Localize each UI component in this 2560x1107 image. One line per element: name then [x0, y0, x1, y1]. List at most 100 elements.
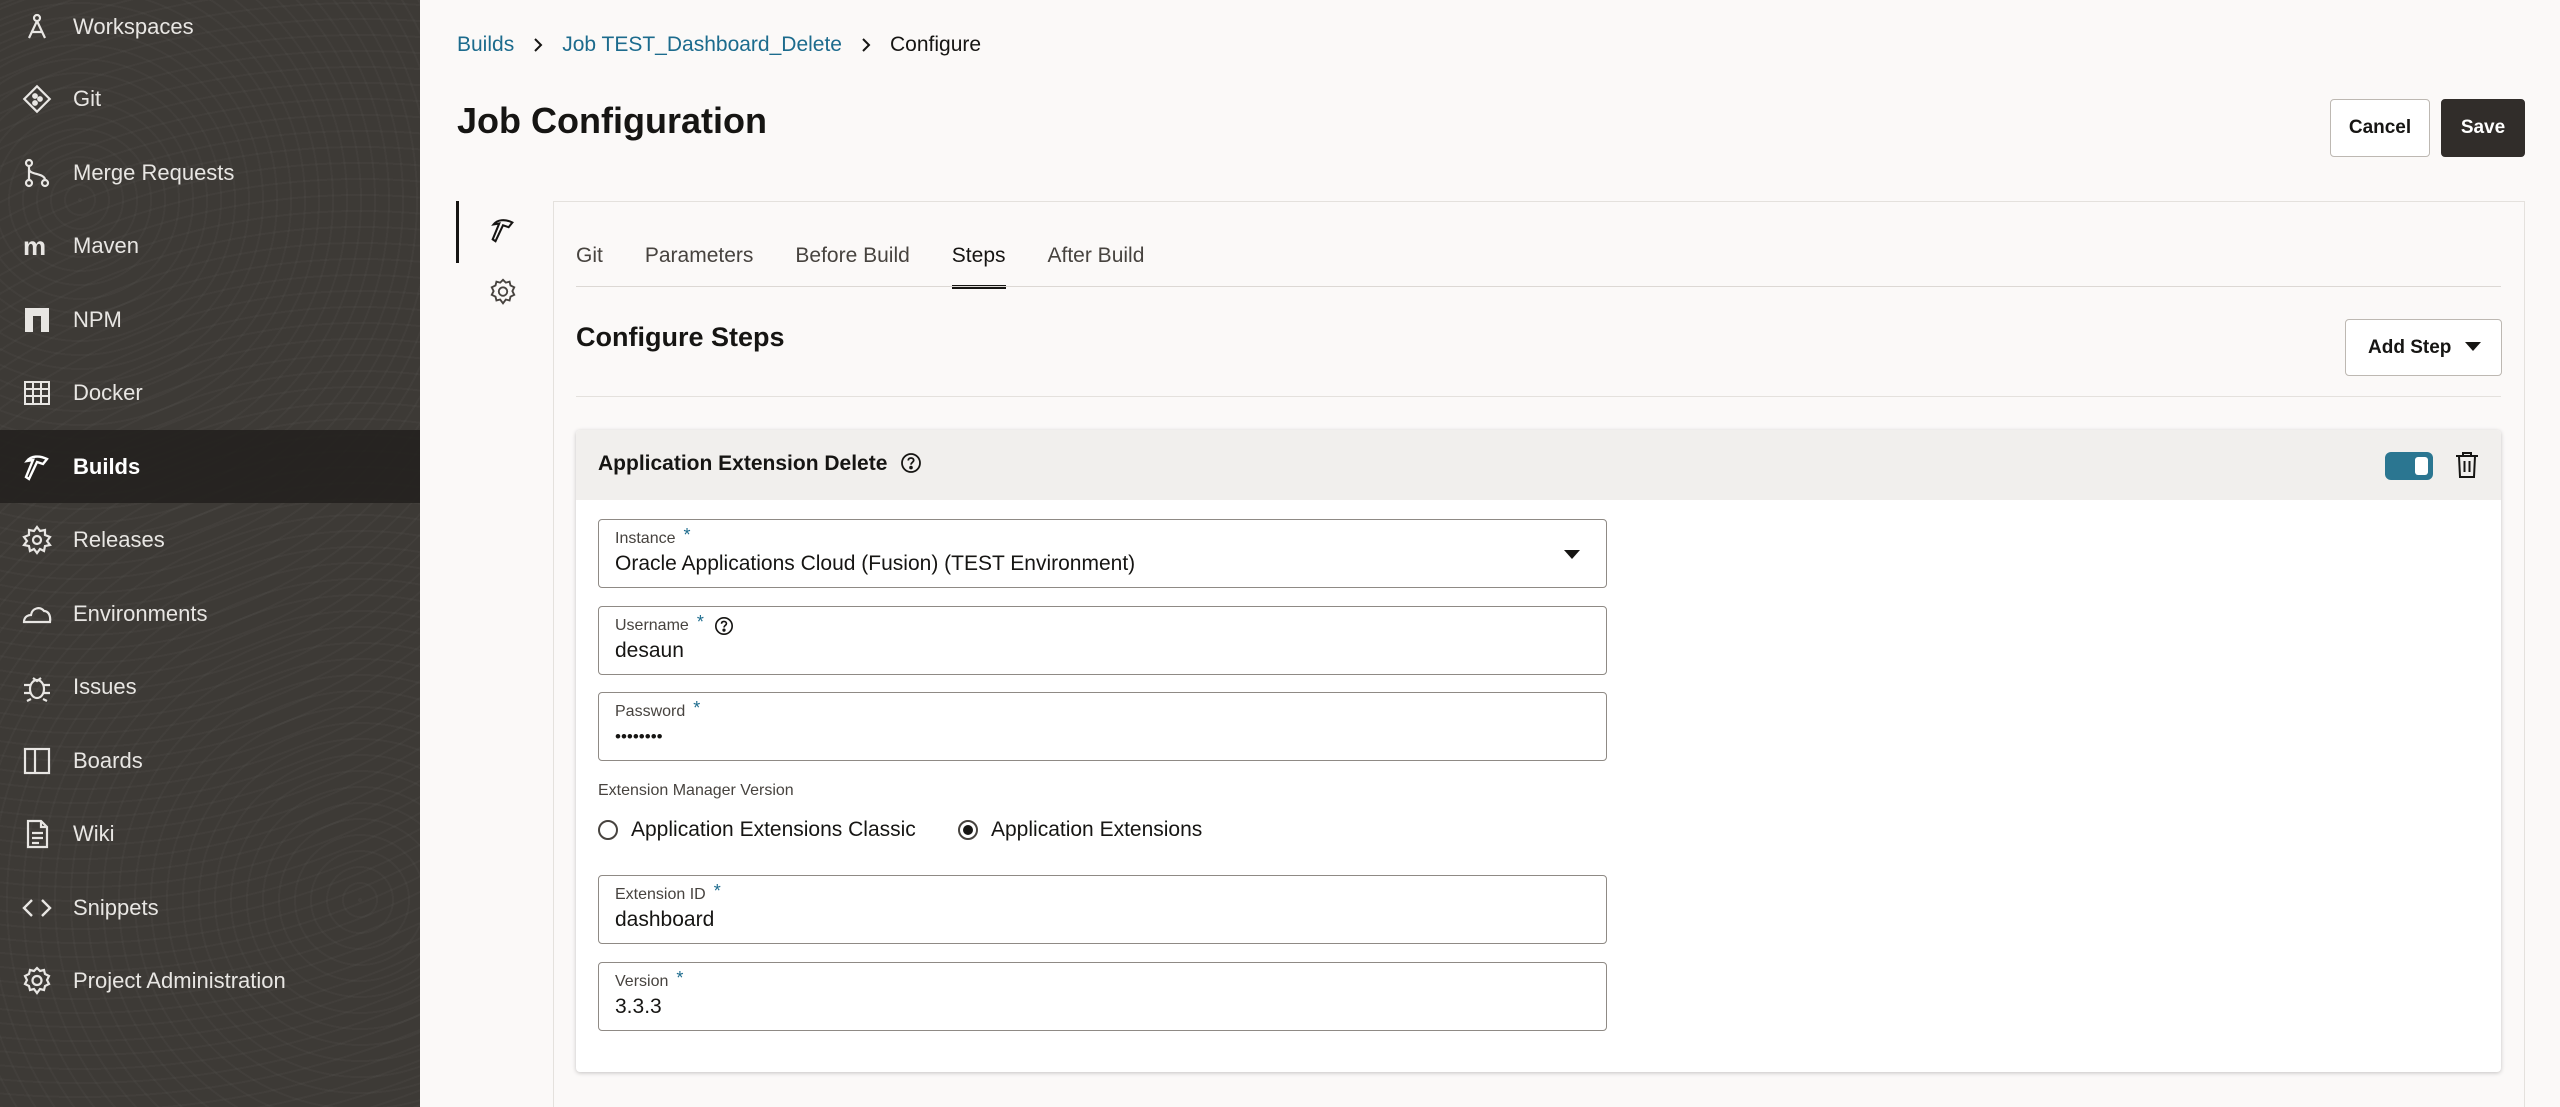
hammer-icon: [488, 215, 518, 250]
sidebar-item-label: Snippets: [73, 894, 159, 920]
add-step-label: Add Step: [2368, 336, 2452, 358]
tabs-divider: [576, 286, 2501, 287]
page-title: Job Configuration: [457, 100, 767, 141]
vertical-tab-build-config[interactable]: [480, 209, 526, 255]
username-label: Username *: [615, 612, 734, 638]
sidebar-item-docker[interactable]: Docker: [0, 356, 420, 429]
radio-application-extensions-classic[interactable]: Application Extensions Classic: [598, 818, 916, 842]
sidebar-item-workspaces[interactable]: Workspaces: [0, 0, 420, 63]
save-button[interactable]: Save: [2441, 99, 2525, 157]
instance-label: Instance *: [615, 525, 691, 551]
required-marker: *: [696, 612, 704, 632]
step-card-header: Application Extension Delete: [576, 430, 2501, 500]
extension-id-value: dashboard: [615, 908, 715, 931]
gear-icon: [488, 277, 518, 312]
sidebar-item-label: NPM: [73, 306, 122, 332]
snippets-code-icon: [20, 891, 54, 925]
section-divider: [576, 396, 2501, 397]
sidebar-item-wiki[interactable]: Wiki: [0, 797, 420, 870]
sidebar-item-label: Releases: [73, 526, 165, 552]
password-label-text: Password: [615, 703, 686, 720]
tab-parameters[interactable]: Parameters: [645, 225, 754, 287]
password-field[interactable]: Password * ••••••••: [598, 692, 1607, 761]
git-icon: [20, 82, 54, 116]
required-marker: *: [676, 968, 684, 988]
sidebar-item-snippets[interactable]: Snippets: [0, 871, 420, 944]
extension-manager-label: Extension Manager Version: [598, 782, 794, 799]
sidebar-item-label: Maven: [73, 232, 140, 258]
workspaces-icon: [20, 10, 54, 44]
vertical-tab-settings[interactable]: [480, 271, 526, 317]
version-label-text: Version: [615, 973, 669, 990]
help-icon[interactable]: [900, 452, 922, 474]
version-label: Version *: [615, 968, 683, 994]
sidebar-item-builds[interactable]: Builds: [0, 430, 420, 503]
tab-after-build[interactable]: After Build: [1048, 225, 1145, 287]
sidebar-item-label: Workspaces: [73, 13, 194, 39]
instance-select[interactable]: Instance * Oracle Applications Cloud (Fu…: [598, 519, 1607, 588]
tab-git[interactable]: Git: [576, 225, 603, 287]
docker-icon: [20, 376, 54, 410]
sidebar-item-maven[interactable]: m Maven: [0, 209, 420, 282]
svg-text:m: m: [23, 231, 46, 261]
environments-cloud-icon: [20, 597, 54, 631]
caret-down-icon: [1564, 550, 1580, 559]
vertical-tab-active-indicator: [456, 201, 459, 263]
chevron-right-icon: [860, 37, 872, 53]
npm-icon: [20, 303, 54, 337]
radio-label: Application Extensions Classic: [631, 818, 916, 841]
version-value: 3.3.3: [615, 995, 662, 1018]
sidebar-item-label: Boards: [73, 747, 143, 773]
extension-id-label-text: Extension ID: [615, 886, 706, 903]
trash-icon[interactable]: [2454, 450, 2480, 480]
sidebar-item-label: Wiki: [73, 820, 115, 846]
username-label-text: Username: [615, 617, 689, 634]
add-step-button[interactable]: Add Step: [2345, 319, 2502, 376]
releases-icon: [20, 523, 54, 557]
sidebar-item-label: Docker: [73, 379, 143, 405]
sidebar-item-label: Project Administration: [73, 967, 286, 993]
merge-requests-icon: [20, 156, 54, 190]
radio-label: Application Extensions: [991, 818, 1203, 841]
step-title: Application Extension Delete: [598, 452, 888, 475]
username-value: desaun: [615, 639, 684, 662]
required-marker: *: [683, 525, 691, 545]
sidebar-item-releases[interactable]: Releases: [0, 503, 420, 576]
instance-label-text: Instance: [615, 530, 676, 547]
breadcrumb-link-builds[interactable]: Builds: [457, 33, 514, 57]
step-enabled-toggle[interactable]: [2385, 452, 2433, 480]
sidebar-item-merge-requests[interactable]: Merge Requests: [0, 136, 420, 209]
sidebar-item-git[interactable]: Git: [0, 62, 420, 135]
sidebar-item-label: Merge Requests: [73, 159, 235, 185]
breadcrumb-current: Configure: [889, 33, 982, 56]
password-value: ••••••••: [615, 727, 663, 746]
required-marker: *: [693, 698, 701, 718]
version-field[interactable]: Version * 3.3.3: [598, 962, 1607, 1031]
sidebar-item-issues[interactable]: Issues: [0, 650, 420, 723]
radio-button[interactable]: [598, 820, 618, 840]
tab-before-build[interactable]: Before Build: [795, 225, 909, 287]
radio-button-checked[interactable]: [958, 820, 978, 840]
tab-bar: Git Parameters Before Build Steps After …: [576, 225, 1186, 289]
breadcrumb: Builds Job TEST_Dashboard_Delete Configu…: [457, 30, 981, 60]
breadcrumb-link-job[interactable]: Job TEST_Dashboard_Delete: [562, 33, 842, 57]
issues-bug-icon: [20, 670, 54, 704]
cancel-button[interactable]: Cancel: [2330, 99, 2430, 157]
sidebar-item-npm[interactable]: NPM: [0, 283, 420, 356]
step-card: Application Extension Delete Instance * …: [576, 430, 2501, 1072]
toggle-knob: [2415, 457, 2428, 475]
radio-application-extensions[interactable]: Application Extensions: [958, 818, 1202, 842]
help-icon[interactable]: [714, 616, 734, 636]
sidebar-item-environments[interactable]: Environments: [0, 577, 420, 650]
project-administration-gear-icon: [20, 964, 54, 998]
sidebar-item-boards[interactable]: Boards: [0, 724, 420, 797]
sidebar-item-label: Builds: [73, 453, 141, 479]
sidebar-item-label: Issues: [73, 673, 137, 699]
sidebar: Workspaces Git Merge Requests m Maven NP…: [0, 0, 420, 1107]
wiki-document-icon: [20, 817, 54, 851]
tab-steps[interactable]: Steps: [951, 225, 1006, 289]
username-field[interactable]: Username * desaun: [598, 606, 1607, 675]
sidebar-item-label: Git: [73, 85, 102, 111]
extension-id-field[interactable]: Extension ID * dashboard: [598, 875, 1607, 944]
sidebar-item-project-administration[interactable]: Project Administration: [0, 944, 420, 1017]
